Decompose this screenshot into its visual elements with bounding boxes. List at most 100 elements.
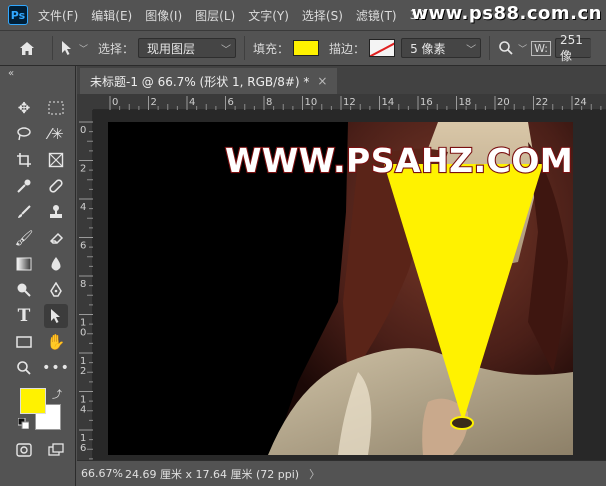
stroke-options-icon[interactable]	[498, 40, 514, 56]
marquee-icon	[48, 101, 64, 115]
gradient-tool[interactable]	[12, 252, 36, 276]
document-tab-bar: 未标题-1 @ 66.7% (形状 1, RGB/8#) * ×	[77, 66, 606, 94]
lasso-tool[interactable]	[12, 122, 36, 146]
pen-tool[interactable]	[44, 278, 68, 302]
quick-mask-button[interactable]	[12, 438, 36, 462]
ruler-tick-label: 22	[536, 97, 549, 108]
width-value: 251 像	[560, 32, 583, 63]
separator	[52, 36, 53, 60]
close-icon[interactable]: ×	[317, 74, 327, 88]
type-tool[interactable]: T	[12, 304, 36, 328]
healing-icon	[49, 179, 63, 193]
ruler-tick-label: 20	[497, 97, 510, 108]
more-icon: •••	[42, 360, 70, 376]
tools-panel: « ✥ ⁄✳ 🖌 T ✋ ••• ⤴	[0, 66, 76, 486]
swap-colors-icon[interactable]: ⤴	[52, 386, 62, 401]
menu-image[interactable]: 图像(I)	[145, 7, 182, 24]
marquee-tool[interactable]	[44, 96, 68, 120]
ruler-tick-label: 6	[80, 241, 86, 252]
crop-tool[interactable]	[12, 148, 36, 172]
vertical-ruler[interactable]: 0246810121416	[77, 110, 93, 460]
ruler-tick-label: 14	[382, 97, 395, 108]
stamp-tool[interactable]	[44, 200, 68, 224]
menu-edit[interactable]: 编辑(E)	[91, 7, 132, 24]
home-icon	[20, 41, 34, 55]
chevron-down-icon: ﹀	[79, 44, 89, 55]
eyedropper-tool[interactable]	[12, 174, 36, 198]
ruler-tick-label: 6	[80, 443, 86, 454]
chevron-down-icon: ﹀	[466, 45, 477, 56]
fill-color-swatch[interactable]	[293, 40, 320, 56]
gradient-icon	[16, 257, 32, 271]
default-colors-icon[interactable]	[18, 418, 29, 429]
menu-type[interactable]: 文字(Y)	[248, 7, 289, 24]
ruler-tick-label: 18	[459, 97, 472, 108]
brush-tool[interactable]	[12, 200, 36, 224]
frame-tool[interactable]	[44, 148, 68, 172]
path-select-tool[interactable]	[44, 304, 68, 328]
rectangle-tool[interactable]	[12, 330, 36, 354]
eraser-icon	[49, 232, 64, 244]
ruler-tick-label: 8	[80, 279, 86, 290]
status-bar: 66.67% 24.69 厘米 x 17.64 厘米 (72 ppi) 〉	[77, 460, 606, 486]
rectangle-icon	[16, 336, 32, 348]
move-tool[interactable]: ✥	[12, 96, 36, 120]
blur-tool[interactable]	[44, 252, 68, 276]
stroke-label: 描边：	[329, 41, 366, 56]
document-title: 未标题-1 @ 66.7% (形状 1, RGB/8#) *	[90, 74, 310, 89]
dodge-icon	[17, 283, 31, 297]
magic-wand-icon: ⁄✳	[48, 125, 64, 143]
collapse-panel-icon[interactable]: «	[8, 68, 14, 79]
stroke-color-swatch[interactable]	[369, 39, 396, 57]
ruler-tick-label: 2	[80, 164, 86, 175]
shape-anchor	[450, 416, 474, 430]
ruler-tick-label: 2	[151, 97, 157, 108]
canvas-watermark-text: WWW.PSAHZ.COM	[225, 141, 573, 180]
screen-mode-icon	[48, 443, 64, 456]
document-canvas[interactable]: WWW.PSAHZ.COM	[108, 122, 573, 455]
ruler-tick-label: 16	[420, 97, 433, 108]
menu-select[interactable]: 选择(S)	[302, 7, 343, 24]
screen-mode-button[interactable]	[44, 438, 68, 462]
home-button[interactable]	[10, 33, 44, 63]
status-menu-arrow-icon[interactable]: 〉	[309, 466, 320, 482]
dodge-tool[interactable]	[12, 278, 36, 302]
menu-file[interactable]: 文件(F)	[38, 7, 78, 24]
hand-icon: ✋	[46, 333, 66, 351]
separator	[244, 36, 246, 60]
history-brush-icon: 🖌	[14, 229, 34, 247]
quick-mask-icon	[16, 443, 32, 457]
horizontal-ruler[interactable]: 0 2 4 6 8 10 12 14 16 18 20 22 24	[77, 94, 606, 110]
pen-icon	[50, 282, 62, 297]
stroke-width-dropdown[interactable]: 5 像素 ﹀	[401, 38, 482, 58]
chevron-down-icon: ﹀	[221, 45, 232, 56]
tool-preset-picker[interactable]: ﹀	[61, 40, 88, 56]
menu-filter[interactable]: 滤镜(T)	[356, 7, 397, 24]
magic-wand-tool[interactable]: ⁄✳	[44, 122, 68, 146]
document-info: 24.69 厘米 x 17.64 厘米 (72 ppi)	[125, 467, 300, 481]
path-select-icon	[51, 309, 60, 323]
menu-layer[interactable]: 图层(L)	[195, 7, 235, 24]
crop-icon	[17, 153, 31, 167]
foreground-color-swatch[interactable]	[20, 388, 46, 414]
select-dropdown[interactable]: 现用图层 ﹀	[138, 38, 237, 58]
stamp-icon	[50, 205, 62, 218]
ruler-origin[interactable]	[77, 94, 93, 110]
zoom-tool[interactable]	[12, 356, 36, 380]
history-brush-tool[interactable]: 🖌	[12, 226, 36, 250]
stroke-width-value: 5 像素	[410, 41, 446, 56]
separator	[489, 36, 491, 60]
ruler-tick-label: 4	[80, 405, 86, 416]
lasso-icon	[17, 127, 31, 141]
hand-tool[interactable]: ✋	[44, 330, 68, 354]
healing-tool[interactable]	[44, 174, 68, 198]
eraser-tool[interactable]	[44, 226, 68, 250]
site-watermark: www.ps88.com.cn	[411, 3, 602, 24]
document-tab[interactable]: 未标题-1 @ 66.7% (形状 1, RGB/8#) * ×	[80, 68, 338, 94]
zoom-level[interactable]: 66.67%	[77, 467, 123, 480]
move-icon: ✥	[17, 99, 31, 117]
more-tools[interactable]: •••	[42, 356, 70, 380]
frame-icon	[48, 152, 64, 168]
width-field[interactable]: 251 像	[555, 33, 592, 63]
ruler-tick-label: 0	[80, 328, 86, 339]
